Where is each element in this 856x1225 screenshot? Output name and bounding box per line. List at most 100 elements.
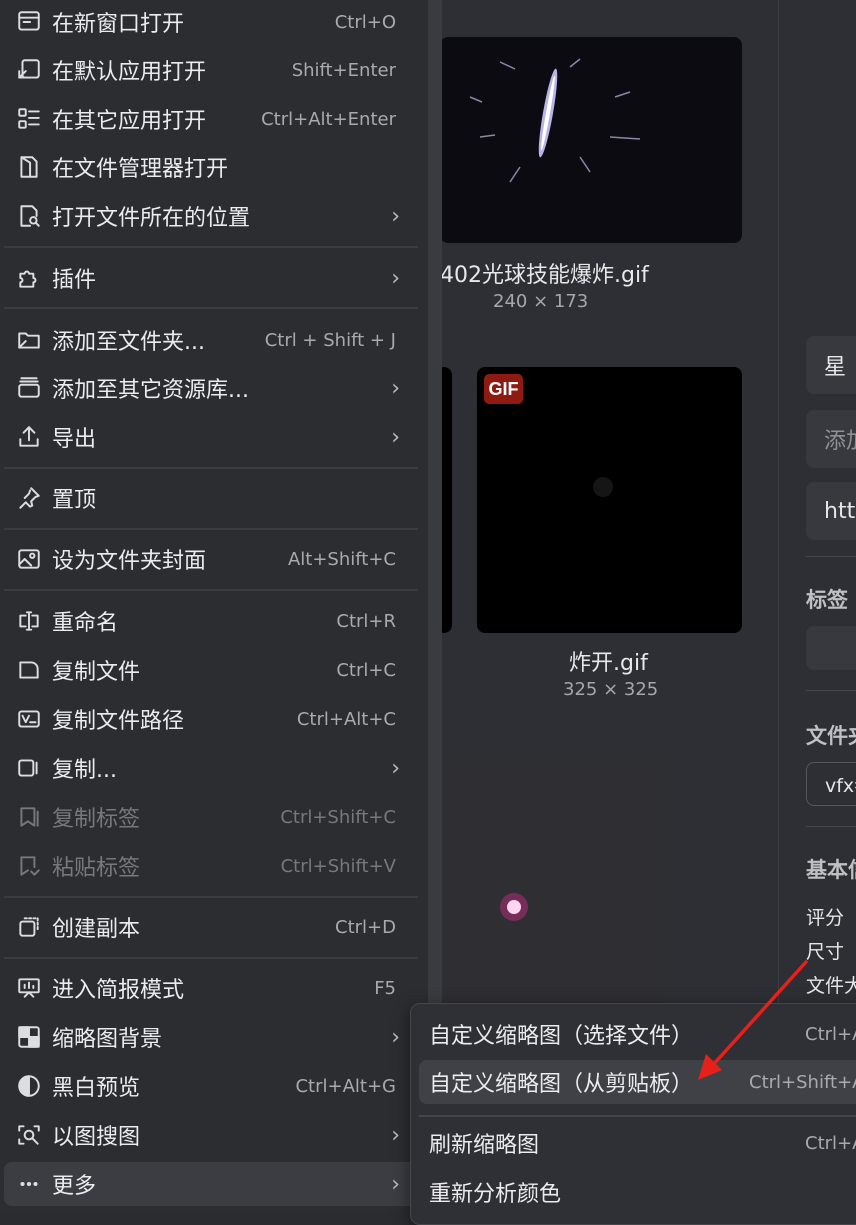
menu-item-open-other-app[interactable]: 在其它应用打开 Ctrl+Alt+Enter <box>4 97 418 141</box>
shortcut-text: Ctrl+C <box>336 659 396 681</box>
menu-item-paste-tags[interactable]: 粘贴标签 Ctrl+Shift+V <box>4 844 418 888</box>
menu-item-label: 以图搜图 <box>52 1125 141 1150</box>
menu-item-label: 添加至其它资源库... <box>52 378 249 403</box>
submenu-item-label: 自定义缩略图（选择文件） <box>429 1024 694 1049</box>
submenu-item-label: 刷新缩略图 <box>429 1133 540 1158</box>
new-window-icon <box>14 7 44 37</box>
menu-item-pin[interactable]: 置顶 <box>4 476 418 520</box>
shortcut-text: F5 <box>374 977 396 999</box>
submenu-item-refresh-thumbnail[interactable]: 刷新缩略图 Ctrl+A <box>419 1121 856 1165</box>
thumbnail-pink-orb[interactable] <box>440 757 666 1017</box>
door-icon <box>14 152 44 182</box>
folder-add-icon <box>14 325 44 355</box>
dark-burst-image <box>593 477 613 497</box>
tag-paste-icon <box>14 851 44 881</box>
shortcut-text: Ctrl + Shift + J <box>264 329 396 351</box>
copy-icon <box>14 753 44 783</box>
gif-badge: GIF <box>484 374 523 404</box>
shortcut-text: Ctrl+Alt+C <box>296 708 396 730</box>
tags-heading: 标签 <box>806 588 848 612</box>
chevron-right-icon: › <box>391 1171 400 1197</box>
chevron-right-icon: › <box>391 424 400 450</box>
shortcut-text: Ctrl+Shift+V <box>280 855 396 877</box>
file-name: 402光球技能爆炸.gif <box>440 263 649 288</box>
menu-item-open-default-app[interactable]: 在默认应用打开 Shift+Enter <box>4 48 418 92</box>
file-name: 炸开.gif <box>569 651 648 676</box>
title-field[interactable]: 星 <box>806 336 856 394</box>
menu-item-copy-more[interactable]: 复制... › <box>4 746 418 790</box>
chevron-right-icon: › <box>391 375 400 401</box>
pin-icon <box>14 483 44 513</box>
menu-item-more[interactable]: 更多 › <box>4 1162 418 1206</box>
rename-icon <box>14 606 44 636</box>
more-submenu: 自定义缩略图（选择文件） Ctrl+A 自定义缩略图（从剪贴板） Ctrl+Sh… <box>410 1003 856 1225</box>
menu-separator <box>4 589 418 591</box>
menu-item-rename[interactable]: 重命名 Ctrl+R <box>4 599 418 643</box>
tags-field[interactable] <box>806 626 856 670</box>
menu-item-grayscale-preview[interactable]: 黑白预览 Ctrl+Alt+G <box>4 1064 418 1108</box>
menu-item-copy-tags[interactable]: 复制标签 Ctrl+Shift+C <box>4 795 418 839</box>
menu-item-label: 复制文件 <box>52 660 141 685</box>
menu-item-label: 在文件管理器打开 <box>52 157 229 182</box>
menu-item-label: 打开文件所在的位置 <box>52 206 251 231</box>
submenu-item-custom-thumbnail-file[interactable]: 自定义缩略图（选择文件） Ctrl+A <box>419 1012 856 1056</box>
menu-item-thumbnail-background[interactable]: 缩略图背景 › <box>4 1015 418 1059</box>
menu-item-search-by-image[interactable]: 以图搜图 › <box>4 1113 418 1157</box>
menu-item-open-file-manager[interactable]: 在文件管理器打开 <box>4 145 418 189</box>
menu-item-copy-file[interactable]: 复制文件 Ctrl+C <box>4 648 418 692</box>
thumbnail-burst-gif[interactable] <box>477 367 742 633</box>
shortcut-text: Ctrl+R <box>336 610 396 632</box>
file-dimensions: 325 × 325 <box>563 679 659 700</box>
filesize-label: 文件大 <box>806 975 856 997</box>
annotation-field[interactable]: 添加 <box>806 410 856 468</box>
menu-item-open-file-location[interactable]: 打开文件所在的位置 › <box>4 194 418 238</box>
shortcut-text: Ctrl+Alt+G <box>295 1075 396 1097</box>
url-field[interactable]: htt <box>806 482 856 540</box>
divider <box>806 556 856 557</box>
rating-label: 评分 <box>806 907 845 929</box>
folder-chip[interactable]: vfx参 <box>806 762 856 806</box>
sparkle-image <box>469 58 641 183</box>
image-icon <box>14 544 44 574</box>
menu-item-label: 导出 <box>52 427 97 452</box>
ellipsis-icon <box>14 1169 44 1199</box>
contrast-icon <box>14 1071 44 1101</box>
shortcut-text: Ctrl+A <box>805 1023 856 1045</box>
submenu-item-reanalyze-colors[interactable]: 重新分析颜色 <box>419 1170 856 1214</box>
copy-file-icon <box>14 655 44 685</box>
divider <box>806 826 856 827</box>
menu-item-add-to-library[interactable]: 添加至其它资源库... › <box>4 366 418 410</box>
menu-item-label: 在其它应用打开 <box>52 109 207 134</box>
pink-orb-image <box>500 893 528 921</box>
shortcut-text: Ctrl+Alt+Enter <box>261 108 396 130</box>
menu-item-label: 进入简报模式 <box>52 978 185 1003</box>
menu-separator <box>4 246 418 248</box>
menu-item-label: 创建副本 <box>52 917 141 942</box>
file-dimensions: 240 × 173 <box>493 291 589 312</box>
submenu-item-custom-thumbnail-clipboard[interactable]: 自定义缩略图（从剪贴板） Ctrl+Shift+A <box>419 1060 856 1104</box>
menu-separator <box>419 1115 856 1117</box>
menu-item-duplicate[interactable]: 创建副本 Ctrl+D <box>4 905 418 949</box>
menu-item-export[interactable]: 导出 › <box>4 415 418 459</box>
chevron-right-icon: › <box>391 1024 400 1050</box>
menu-item-label: 设为文件夹封面 <box>52 549 207 574</box>
shortcut-text: Ctrl+Shift+C <box>280 806 396 828</box>
menu-item-add-to-folder[interactable]: 添加至文件夹... Ctrl + Shift + J <box>4 318 418 362</box>
export-icon <box>14 422 44 452</box>
menu-item-label: 置顶 <box>52 488 97 513</box>
menu-item-plugins[interactable]: 插件 › <box>4 256 418 300</box>
menu-item-label: 添加至文件夹... <box>52 330 205 355</box>
menu-item-set-folder-cover[interactable]: 设为文件夹封面 Alt+Shift+C <box>4 537 418 581</box>
menu-item-label: 复制标签 <box>52 807 141 832</box>
menu-item-open-new-window[interactable]: 在新窗口打开 Ctrl+O <box>4 0 418 44</box>
menu-item-presentation-mode[interactable]: 进入简报模式 F5 <box>4 966 418 1010</box>
shortcut-text: Ctrl+O <box>334 11 396 33</box>
menu-item-copy-file-path[interactable]: 复制文件路径 Ctrl+Alt+C <box>4 697 418 741</box>
thumbnail-402-explosion[interactable] <box>440 37 742 243</box>
path-icon <box>14 704 44 734</box>
puzzle-icon <box>14 263 44 293</box>
library-icon <box>14 373 44 403</box>
submenu-item-label: 重新分析颜色 <box>429 1182 562 1207</box>
basic-info-heading: 基本信 <box>806 858 856 882</box>
search-file-icon <box>14 201 44 231</box>
